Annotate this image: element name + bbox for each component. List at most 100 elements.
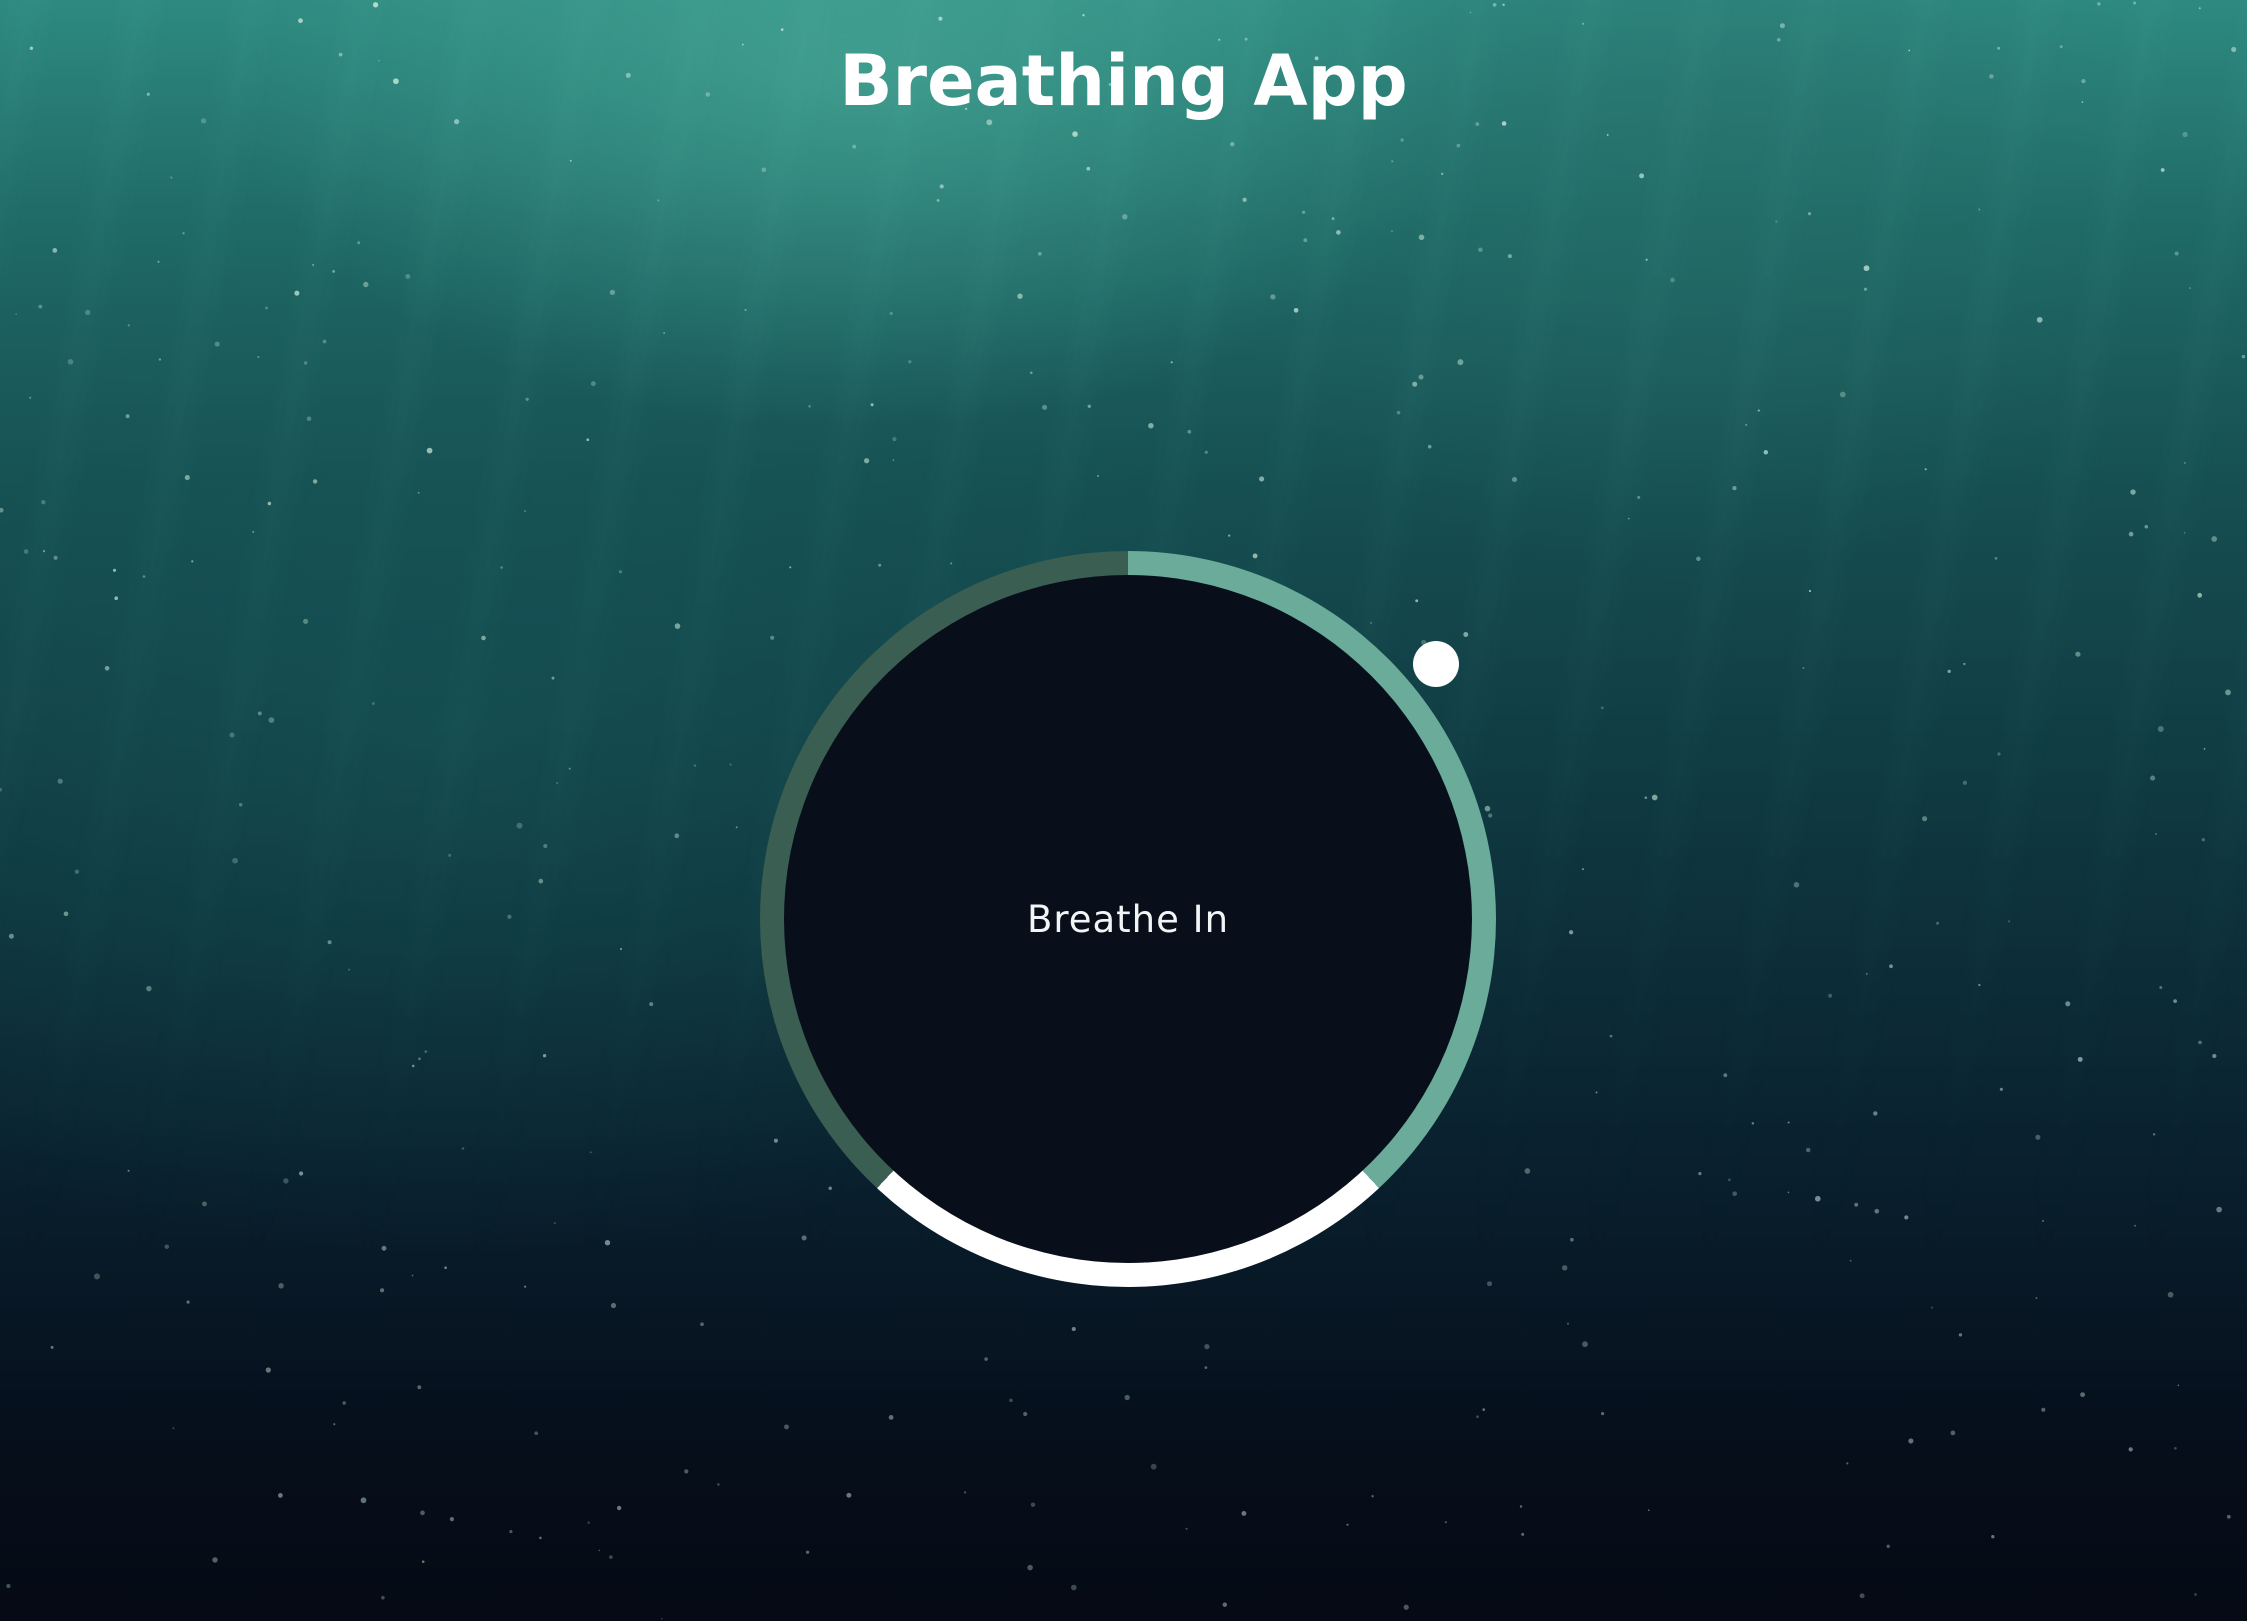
particle bbox=[1030, 371, 1033, 375]
particle bbox=[170, 176, 173, 179]
particle bbox=[805, 1550, 810, 1554]
particle bbox=[2035, 1134, 2041, 1140]
particle bbox=[2152, 1133, 2156, 1136]
particle bbox=[1204, 1343, 1210, 1350]
particle bbox=[238, 802, 243, 807]
particle bbox=[1745, 423, 1748, 426]
particle bbox=[1873, 1111, 1878, 1116]
particle bbox=[1087, 404, 1091, 408]
particle bbox=[1478, 247, 1483, 253]
particle bbox=[542, 1054, 547, 1058]
particle bbox=[1170, 361, 1173, 364]
particle bbox=[312, 263, 315, 266]
particle bbox=[525, 397, 529, 401]
particle bbox=[1950, 1430, 1956, 1436]
particle bbox=[609, 1555, 613, 1559]
particle bbox=[1627, 517, 1630, 520]
particle bbox=[1807, 212, 1812, 216]
particle bbox=[963, 1491, 967, 1494]
particle bbox=[298, 18, 303, 24]
particle bbox=[1331, 217, 1335, 220]
particle bbox=[693, 764, 697, 767]
particle bbox=[1775, 220, 1778, 223]
particle bbox=[1469, 11, 1472, 14]
particle bbox=[267, 501, 272, 506]
particle bbox=[1696, 556, 1701, 562]
particle bbox=[610, 1302, 617, 1309]
particle bbox=[674, 833, 680, 839]
particle bbox=[2157, 726, 2164, 732]
particle bbox=[212, 1557, 218, 1563]
particle bbox=[2097, 2, 2101, 6]
particle bbox=[15, 313, 18, 316]
particle bbox=[322, 339, 327, 344]
particle bbox=[700, 1322, 704, 1327]
particle bbox=[265, 1367, 271, 1373]
particle bbox=[257, 711, 262, 716]
particle bbox=[1511, 477, 1518, 483]
particle bbox=[2075, 651, 2081, 657]
particle bbox=[1637, 495, 1641, 499]
particle bbox=[1391, 230, 1393, 232]
particle bbox=[1670, 277, 1675, 283]
particle bbox=[1456, 143, 1461, 148]
particle bbox=[42, 549, 46, 553]
particle bbox=[426, 447, 433, 454]
particle bbox=[556, 781, 559, 784]
particle bbox=[127, 324, 130, 327]
particle bbox=[1581, 868, 1585, 871]
particle bbox=[2167, 1291, 2174, 1298]
particle bbox=[1403, 1604, 1409, 1610]
particle bbox=[1647, 1509, 1650, 1512]
particle bbox=[1924, 468, 1927, 471]
particle bbox=[619, 947, 623, 951]
particle bbox=[1502, 3, 1505, 6]
particle bbox=[1922, 816, 1928, 822]
particle bbox=[2041, 1407, 2046, 1412]
particle bbox=[761, 167, 767, 173]
particle bbox=[342, 1401, 346, 1405]
particle bbox=[1601, 1412, 1605, 1416]
particle bbox=[735, 826, 738, 829]
particle bbox=[1017, 293, 1023, 299]
particle bbox=[164, 1244, 170, 1249]
particle bbox=[543, 843, 548, 849]
particle bbox=[1698, 1171, 1702, 1176]
particle bbox=[523, 1285, 527, 1288]
particle bbox=[2133, 1224, 2137, 1227]
particle bbox=[1999, 1087, 2003, 1091]
particle bbox=[1582, 1341, 1588, 1348]
particle bbox=[299, 1171, 304, 1176]
particle bbox=[278, 1493, 283, 1498]
particle bbox=[125, 414, 130, 419]
particle bbox=[57, 778, 63, 784]
particle bbox=[1391, 160, 1394, 163]
particle bbox=[1070, 1584, 1077, 1591]
particle bbox=[538, 878, 544, 884]
particle bbox=[333, 1423, 336, 1426]
particle bbox=[1600, 706, 1604, 710]
particle bbox=[67, 358, 74, 365]
particle bbox=[1521, 1532, 1525, 1536]
particle bbox=[1303, 238, 1308, 243]
particle bbox=[186, 1300, 190, 1304]
particle bbox=[38, 304, 43, 309]
particle bbox=[892, 437, 897, 442]
particle bbox=[2174, 251, 2179, 256]
particle bbox=[1863, 265, 1870, 272]
particle bbox=[1097, 474, 1099, 477]
particle bbox=[214, 341, 220, 347]
particle bbox=[265, 306, 268, 310]
particle bbox=[551, 676, 555, 680]
particle bbox=[312, 479, 318, 484]
particle bbox=[418, 1057, 421, 1061]
particle bbox=[1228, 534, 1231, 537]
particle bbox=[1828, 993, 1833, 998]
particle bbox=[1030, 1502, 1036, 1507]
particle bbox=[380, 1288, 385, 1293]
particle bbox=[2197, 592, 2203, 598]
particle bbox=[303, 361, 308, 365]
particle bbox=[1566, 1322, 1570, 1325]
particle bbox=[1037, 251, 1042, 256]
particle bbox=[381, 1595, 385, 1600]
